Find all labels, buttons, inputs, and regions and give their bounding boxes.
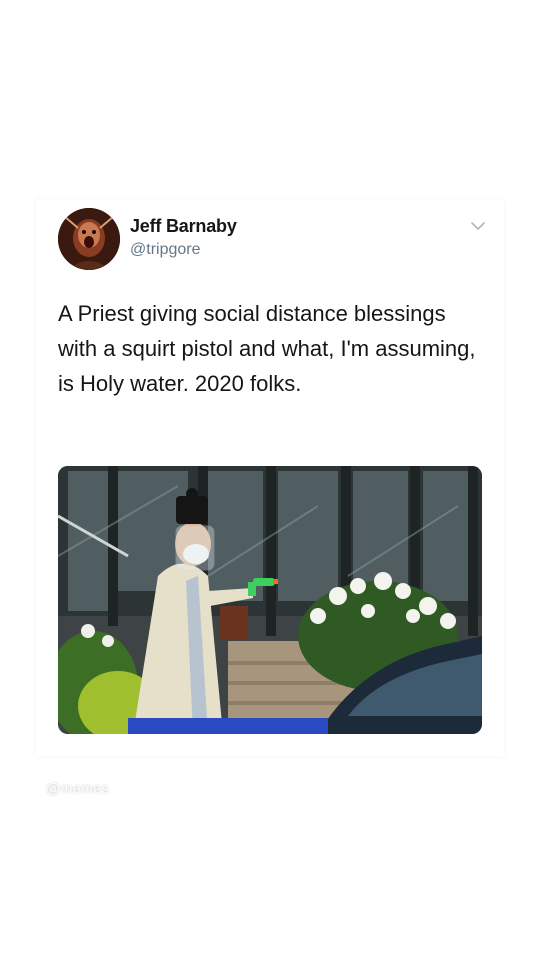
tweet-text: A Priest giving social distance blessing… [58, 301, 476, 396]
watermark-text: @memes [46, 780, 110, 796]
tweet-media-image[interactable] [58, 466, 482, 734]
avatar-image [58, 208, 120, 270]
page: Jeff Barnaby @tripgore A Priest giving s… [0, 0, 540, 960]
user-handle[interactable]: @tripgore [130, 241, 201, 259]
display-name[interactable]: Jeff Barnaby [130, 216, 237, 237]
avatar[interactable] [58, 208, 120, 270]
tweet-card[interactable]: Jeff Barnaby @tripgore A Priest giving s… [36, 200, 504, 756]
priest-photo [58, 466, 482, 734]
chevron-down-icon[interactable] [470, 220, 486, 232]
